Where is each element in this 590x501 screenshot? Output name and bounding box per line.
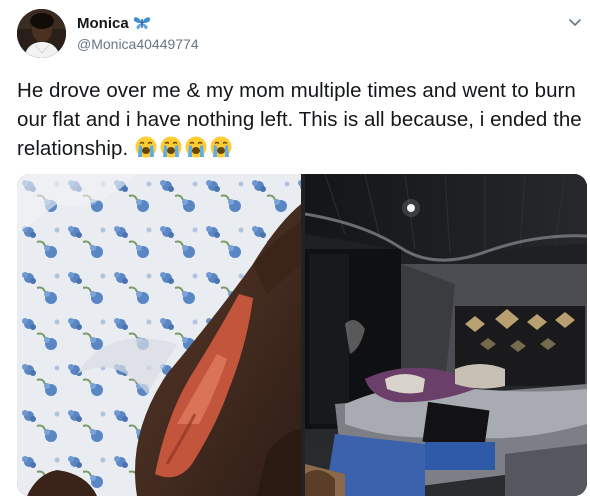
photo-burned-arm[interactable]: [17, 174, 301, 496]
burned-bedroom-image: [305, 174, 587, 496]
photo-burned-bedroom[interactable]: [305, 174, 587, 496]
crying-emoji-group: [134, 135, 234, 160]
display-name[interactable]: Monica: [77, 15, 129, 32]
avatar[interactable]: [17, 9, 66, 58]
avatar-image: [17, 9, 66, 58]
tweet-body: He drove over me & my mom multiple times…: [17, 79, 582, 160]
butterfly-icon: [133, 16, 151, 30]
loudly-crying-face-icon: [184, 135, 208, 159]
media-grid: [17, 174, 587, 496]
user-handle[interactable]: @Monica40449774: [77, 36, 199, 52]
tweet-text: He drove over me & my mom multiple times…: [17, 76, 582, 163]
tweet-card: Monica @Monica40449774 He drove over me …: [0, 0, 590, 501]
loudly-crying-face-icon: [209, 135, 233, 159]
loudly-crying-face-icon: [134, 135, 158, 159]
loudly-crying-face-icon: [159, 135, 183, 159]
chevron-down-icon[interactable]: [568, 15, 582, 26]
user-block: Monica @Monica40449774: [77, 13, 199, 53]
burned-arm-image: [17, 174, 301, 496]
display-name-row: Monica: [77, 13, 199, 33]
